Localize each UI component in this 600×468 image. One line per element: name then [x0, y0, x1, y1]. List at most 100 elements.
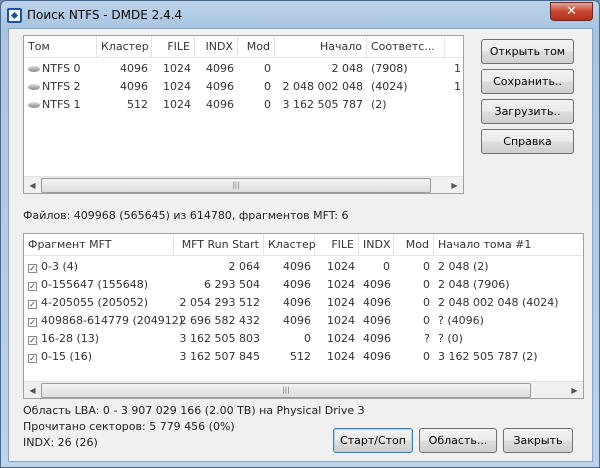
column-header[interactable]: Том [24, 36, 97, 58]
cell-cluster: 4096 [268, 276, 311, 294]
cell-run: 3 162 507 845 [178, 348, 260, 366]
cell-frag: ✓ 409868-614779 (204912) [28, 312, 183, 330]
cell-text: 4096 [206, 62, 234, 75]
scrollbar-thumb[interactable]: ||| [41, 178, 431, 193]
area-button[interactable]: Область... [419, 428, 497, 453]
column-header[interactable]: Начало тома #1 [434, 234, 583, 256]
column-header[interactable]: INDX [195, 36, 238, 58]
cell-mod: 0 [398, 258, 430, 276]
horizontal-scrollbar[interactable]: ◀ ▶ ||| [24, 381, 583, 398]
indx-count-text: INDX: 26 (26) [23, 436, 98, 449]
list-row[interactable]: ✓ 4-205055 (205052) 2 054 293 512 4096 1024 4… [24, 294, 583, 312]
column-header[interactable]: Фрагмент MFT [24, 234, 174, 256]
title-bar: Поиск NTFS - DMDE 2.4.4 [7, 6, 182, 24]
help-button[interactable]: Справка [481, 129, 574, 154]
column-header[interactable]: MFT Run Start [174, 234, 264, 256]
cell-text: 4096 [363, 332, 391, 345]
list-row[interactable]: ✓ 0-3 (4) 2 064 4096 1024 0 0 2 048 (2) [24, 258, 583, 276]
cell-text: 1024 [327, 296, 355, 309]
cell-text: 4096 [363, 278, 391, 291]
cell-file: 1024 [319, 348, 355, 366]
cell-text: 4096 [363, 296, 391, 309]
column-header[interactable]: Начало [275, 36, 367, 58]
window-title: Поиск NTFS - DMDE 2.4.4 [27, 8, 183, 22]
checkbox[interactable]: ✓ [28, 354, 37, 363]
checkbox[interactable]: ✓ [28, 264, 37, 273]
cell-text: 0-15 (16) [41, 350, 93, 363]
cell-text: 0 [423, 314, 430, 327]
scrollbar-thumb[interactable]: ||| [41, 383, 531, 398]
cell-text: 3 162 507 845 [179, 350, 260, 363]
column-header[interactable]: Кластер [97, 36, 152, 58]
list-row[interactable]: ✓ 0-15 (16) 3 162 507 845 512 1024 4096 0 3 162… [24, 348, 583, 366]
cell-text: 3 162 505 803 [179, 332, 260, 345]
save-button[interactable]: Сохранить.. [481, 69, 574, 94]
cell-text: 1024 [327, 350, 355, 363]
cell-file: 1024 [319, 276, 355, 294]
cell-text: 1024 [163, 80, 191, 93]
files-summary: Файлов: 409968 (565645) из 614780, фрагм… [23, 209, 349, 222]
sectors-read-text: Прочитано секторов: 5 779 456 (0%) [23, 420, 235, 433]
column-header[interactable]: FILE [315, 234, 359, 256]
load-button[interactable]: Загрузить.. [481, 99, 574, 124]
checkbox[interactable]: ✓ [28, 282, 37, 291]
list-row[interactable]: ✓ 409868-614779 (204912) 2 696 582 432 4096… [24, 312, 583, 330]
cell-text: 0 [264, 98, 271, 111]
cell-text: 1024 [327, 278, 355, 291]
list-row[interactable]: NTFS 1 512 1024 4096 0 3 162 505 787 (2) [24, 96, 463, 114]
list-row[interactable]: NTFS 2 4096 1024 4096 0 2 048 002 048 (4024) 1 [24, 78, 463, 96]
cell-text: 1 [454, 80, 461, 93]
list-row[interactable]: ✓ 16-28 (13) 3 162 505 803 0 1024 4096? ? (0) [24, 330, 583, 348]
cell-cluster: 4096 [268, 258, 311, 276]
open-volume-button[interactable]: Открыть том [481, 39, 574, 64]
close-button[interactable]: Закрыть [503, 428, 573, 453]
scroll-right-icon[interactable]: ▶ [566, 382, 583, 398]
lba-range-text: Область LBA: 0 - 3 907 029 166 (2.00 TB)… [23, 404, 365, 417]
column-header[interactable] [445, 36, 463, 58]
cell-indx: 4096 [363, 312, 391, 330]
cell-start: 2 048 (2) [438, 258, 581, 276]
cell-text: (7908) [371, 62, 408, 75]
cell-text: 4096 [363, 350, 391, 363]
close-window-button[interactable]: ✕ [550, 2, 593, 21]
cell-text: 4096 [283, 314, 311, 327]
cell-cluster: 4096 [268, 294, 311, 312]
list-row[interactable]: ✓ 0-155647 (155648) 6 293 504 4096 1024 4096 0… [24, 276, 583, 294]
column-header[interactable]: FILE [152, 36, 195, 58]
cell-cluster: 0 [268, 330, 311, 348]
column-header[interactable]: Mod [394, 234, 434, 256]
scroll-right-icon[interactable]: ▶ [446, 177, 463, 193]
list-header: Том Кластер FILE INDX Mod Начало Соответс... [24, 36, 463, 58]
horizontal-scrollbar[interactable]: ◀ ▶ ||| [24, 176, 463, 193]
cell-text: ? [424, 332, 430, 345]
cell-text: 0 [423, 350, 430, 363]
scroll-left-icon[interactable]: ◀ [24, 382, 41, 398]
disk-icon [28, 102, 40, 108]
cell-text: (2) [371, 98, 387, 111]
scroll-left-icon[interactable]: ◀ [24, 177, 41, 193]
list-row[interactable]: NTFS 0 4096 1024 4096 0 2 048 (7908) 1 [24, 60, 463, 78]
client-area: Том Кластер FILE INDX Mod Начало Соответс... NT… [8, 28, 593, 462]
cell-indx: 0 [363, 258, 390, 276]
cell-file: 1024 [319, 312, 355, 330]
cell-text: 0 [264, 80, 271, 93]
column-header[interactable]: INDX [359, 234, 394, 256]
column-header[interactable]: Соответс... [367, 36, 445, 58]
checkbox[interactable]: ✓ [28, 336, 37, 345]
column-header[interactable]: Кластер [264, 234, 316, 256]
checkbox[interactable]: ✓ [28, 300, 37, 309]
volumes-list[interactable]: Том Кластер FILE INDX Mod Начало Соответс... NT… [23, 35, 464, 194]
cell-run: 2 696 582 432 [178, 312, 260, 330]
mft-fragments-list[interactable]: Фрагмент MFT MFT Run Start Кластер FILE INDX… [23, 233, 584, 399]
cell-run: 3 162 505 803 [178, 330, 260, 348]
checkbox[interactable]: ✓ [28, 318, 37, 327]
cell-indx: 4096 [363, 294, 391, 312]
cell-cluster: 512 [268, 348, 311, 366]
column-header[interactable]: Mod [238, 36, 275, 58]
cell-mod: 0 [242, 78, 271, 96]
cell-file: 1024 [319, 258, 355, 276]
start-stop-button[interactable]: Старт/Стоп [333, 428, 413, 453]
cell-mod: 0 [398, 312, 430, 330]
cell-start: 3 162 505 787 [279, 96, 363, 114]
cell-text: 1 [454, 62, 461, 75]
